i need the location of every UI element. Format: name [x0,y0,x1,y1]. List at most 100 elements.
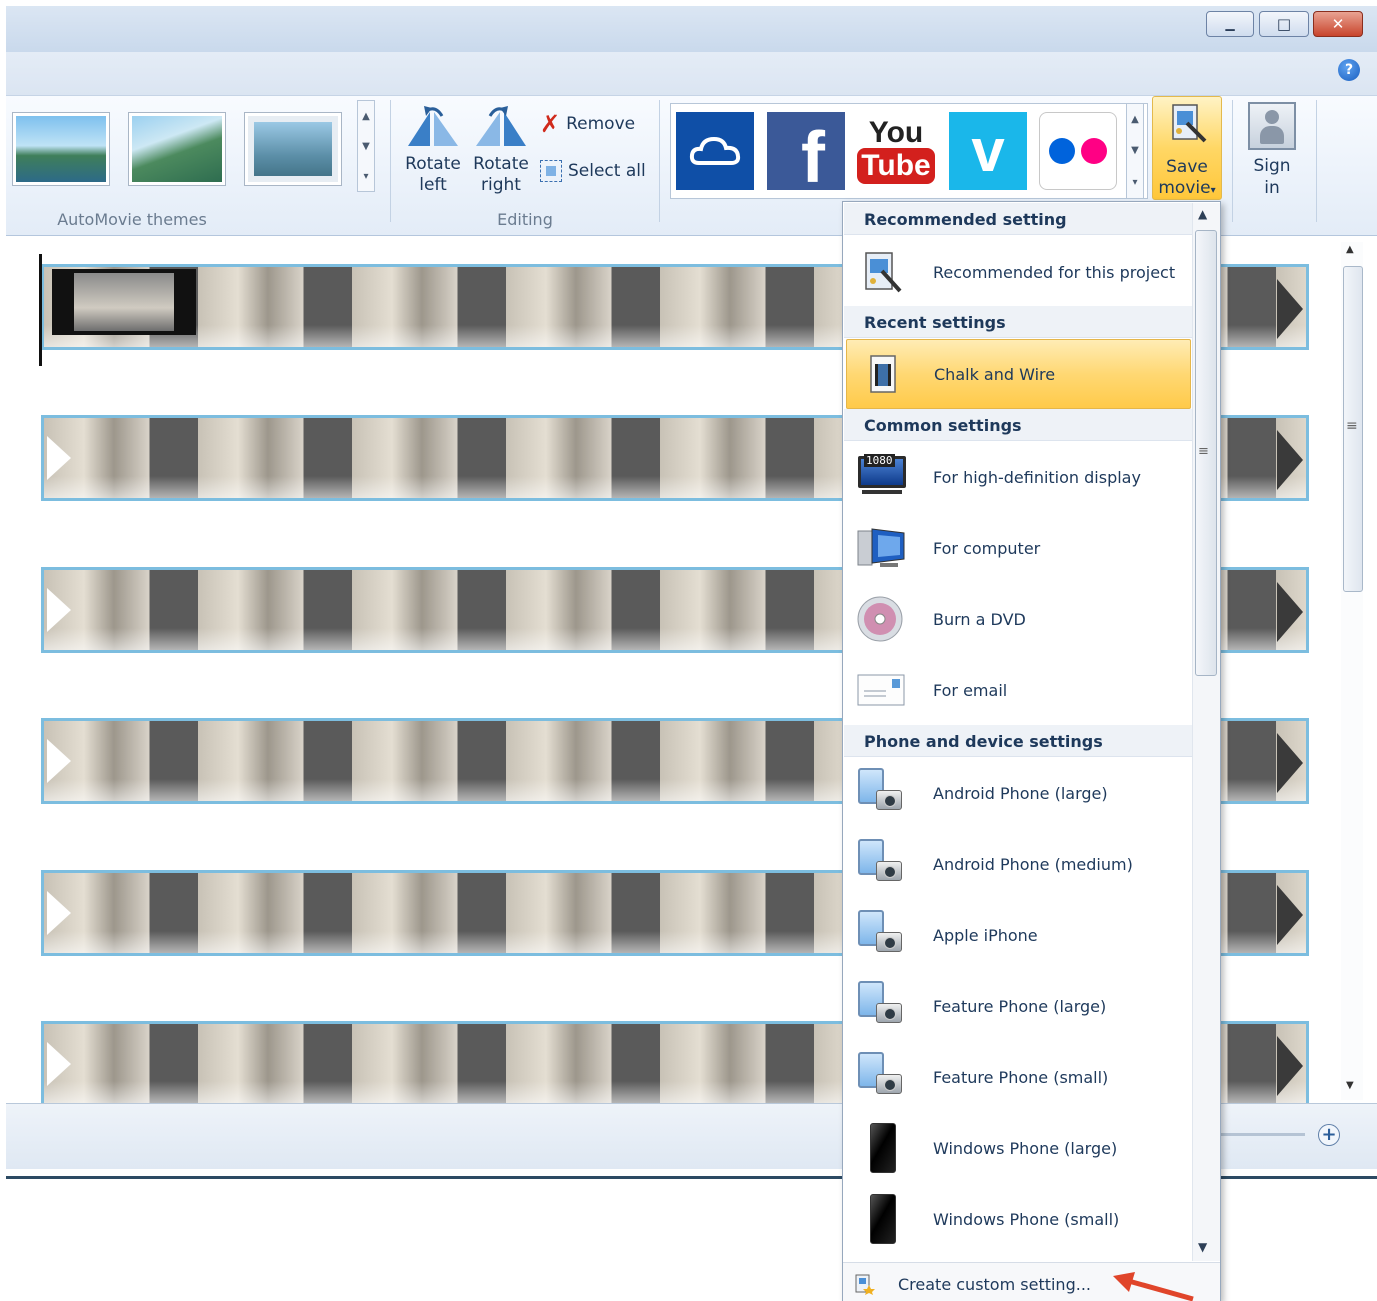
menu-item-feature-phone-small[interactable]: Feature Phone (small) [846,1042,1192,1112]
rotate-right-label-2: right [481,175,521,195]
menu-item-android-large[interactable]: Android Phone (large) [846,758,1192,828]
share-vimeo-button[interactable]: v [949,112,1027,190]
hd-display-icon: 1080 [856,452,908,502]
annotation-arrow [1113,1272,1194,1301]
menu-item-feature-phone-large[interactable]: Feature Phone (large) [846,971,1192,1041]
menu-item-label: Android Phone (medium) [933,854,1133,874]
sign-in-button[interactable]: Sign in [1240,100,1304,200]
menu-item-chalk-and-wire[interactable]: Chalk and Wire [846,339,1191,409]
maximize-icon: □ [1276,15,1292,33]
create-custom-setting-label: Create custom setting... [898,1274,1091,1294]
group-divider [659,100,660,222]
menu-item-label: Feature Phone (large) [933,996,1107,1016]
minimize-icon: ▁ [1225,17,1235,31]
menu-item-windows-phone-small[interactable]: Windows Phone (small) [846,1184,1192,1254]
phone-camera-icon [856,839,908,889]
rotate-left-button[interactable]: Rotate left [402,104,464,200]
save-movie-menu: Recommended setting Recommended for this… [842,201,1221,1301]
plus-icon: + [1321,1124,1337,1145]
group-divider [1232,100,1233,222]
custom-setting-icon [855,1274,875,1295]
menu-header-phone: Phone and device settings [844,725,1193,757]
close-button[interactable]: ✕ [1313,11,1363,37]
remove-icon: ✗ [540,110,561,138]
automovie-theme-1[interactable] [12,112,110,186]
windows-phone-icon [856,1194,908,1244]
selected-clip-frame[interactable] [52,269,196,335]
rotate-left-label-2: left [419,175,447,195]
menu-item-label: For high-definition display [933,467,1141,487]
rotate-right-button[interactable]: Rotate right [470,104,532,200]
automovie-themes-group-label: AutoMovie themes [57,210,207,229]
menu-header-common: Common settings [844,409,1193,441]
menu-item-hd-display[interactable]: 1080 For high-definition display [846,442,1192,512]
youtube-icon-bottom: Tube [857,148,935,184]
scroll-down-icon[interactable]: ▼ [1131,145,1139,156]
menu-header-recent: Recent settings [844,306,1193,338]
menu-item-android-medium[interactable]: Android Phone (medium) [846,829,1192,899]
select-all-button[interactable]: Select all [540,160,646,182]
rotate-right-label-1: Rotate [473,154,529,174]
email-icon [857,674,905,706]
maximize-button[interactable]: □ [1259,11,1309,37]
menu-item-recommended-project[interactable]: Recommended for this project [846,237,1192,307]
remove-button[interactable]: ✗ Remove [540,112,635,136]
menu-item-email[interactable]: For email [846,655,1192,725]
scroll-up-icon[interactable]: ▲ [362,111,370,122]
scroll-up-icon[interactable]: ▲ [1346,244,1354,255]
share-facebook-button[interactable]: f [767,112,845,194]
editing-group-label: Editing [497,210,553,229]
menu-item-label: Chalk and Wire [934,364,1056,384]
sign-in-label-2: in [1264,178,1280,198]
themes-gallery-scroller[interactable]: ▲ ▼ ▾ [357,100,375,192]
playhead[interactable] [39,254,42,366]
menu-item-burn-dvd[interactable]: Burn a DVD [846,584,1192,654]
facebook-icon: f [801,118,825,198]
help-icon: ? [1344,62,1354,78]
rotate-left-label-1: Rotate [405,154,461,174]
menu-item-windows-phone-large[interactable]: Windows Phone (large) [846,1113,1192,1183]
scroll-grip-icon: ≡ [1346,418,1358,434]
share-flickr-button[interactable] [1039,112,1117,190]
save-movie-label-1: Save [1166,157,1208,177]
automovie-theme-3[interactable] [244,112,342,186]
zoom-in-button[interactable]: + [1318,1124,1340,1146]
menu-item-label: Windows Phone (large) [933,1138,1118,1158]
chevron-down-icon: ▾ [1210,185,1216,196]
expand-gallery-icon[interactable]: ▾ [1132,177,1137,188]
expand-gallery-icon[interactable]: ▾ [363,171,368,182]
scroll-down-icon[interactable]: ▼ [1346,1080,1354,1091]
scroll-up-icon[interactable]: ▲ [1198,207,1207,221]
save-movie-button[interactable]: Save movie▾ [1152,96,1222,200]
save-movie-label-2: movie▾ [1158,178,1216,198]
rotate-left-icon [408,106,458,146]
automovie-theme-2[interactable] [128,112,226,186]
ribbon-tab-bar [6,52,1377,96]
share-onedrive-button[interactable] [676,112,754,190]
menu-item-apple-iphone[interactable]: Apple iPhone [846,900,1192,970]
menu-item-label: For email [933,680,1008,700]
group-divider [1316,100,1317,222]
zoom-slider[interactable] [1215,1133,1305,1136]
scroll-up-icon[interactable]: ▲ [1131,114,1139,125]
select-all-label: Select all [568,161,646,181]
phone-camera-icon [856,910,908,960]
scroll-down-icon[interactable]: ▼ [362,141,370,152]
minimize-button[interactable]: ▁ [1206,11,1254,37]
help-button[interactable]: ? [1338,59,1360,81]
phone-camera-icon [856,768,908,818]
sign-in-label-1: Sign [1253,156,1291,176]
computer-icon [857,528,905,567]
scroll-down-icon[interactable]: ▼ [1198,1240,1207,1254]
dvd-icon [857,596,903,642]
menu-header-recommended: Recommended setting [844,203,1193,235]
flickr-icon [1049,138,1107,164]
save-movie-icon [1172,104,1207,143]
share-gallery-scroller[interactable]: ▲ ▼ ▾ [1126,103,1144,199]
menu-item-computer[interactable]: For computer [846,513,1192,583]
youtube-icon-top: You [868,116,924,149]
menu-item-label: Windows Phone (small) [933,1209,1120,1229]
onedrive-cloud-icon [689,136,741,165]
share-youtube-button[interactable]: You Tube [857,112,935,190]
remove-label: Remove [566,114,636,134]
